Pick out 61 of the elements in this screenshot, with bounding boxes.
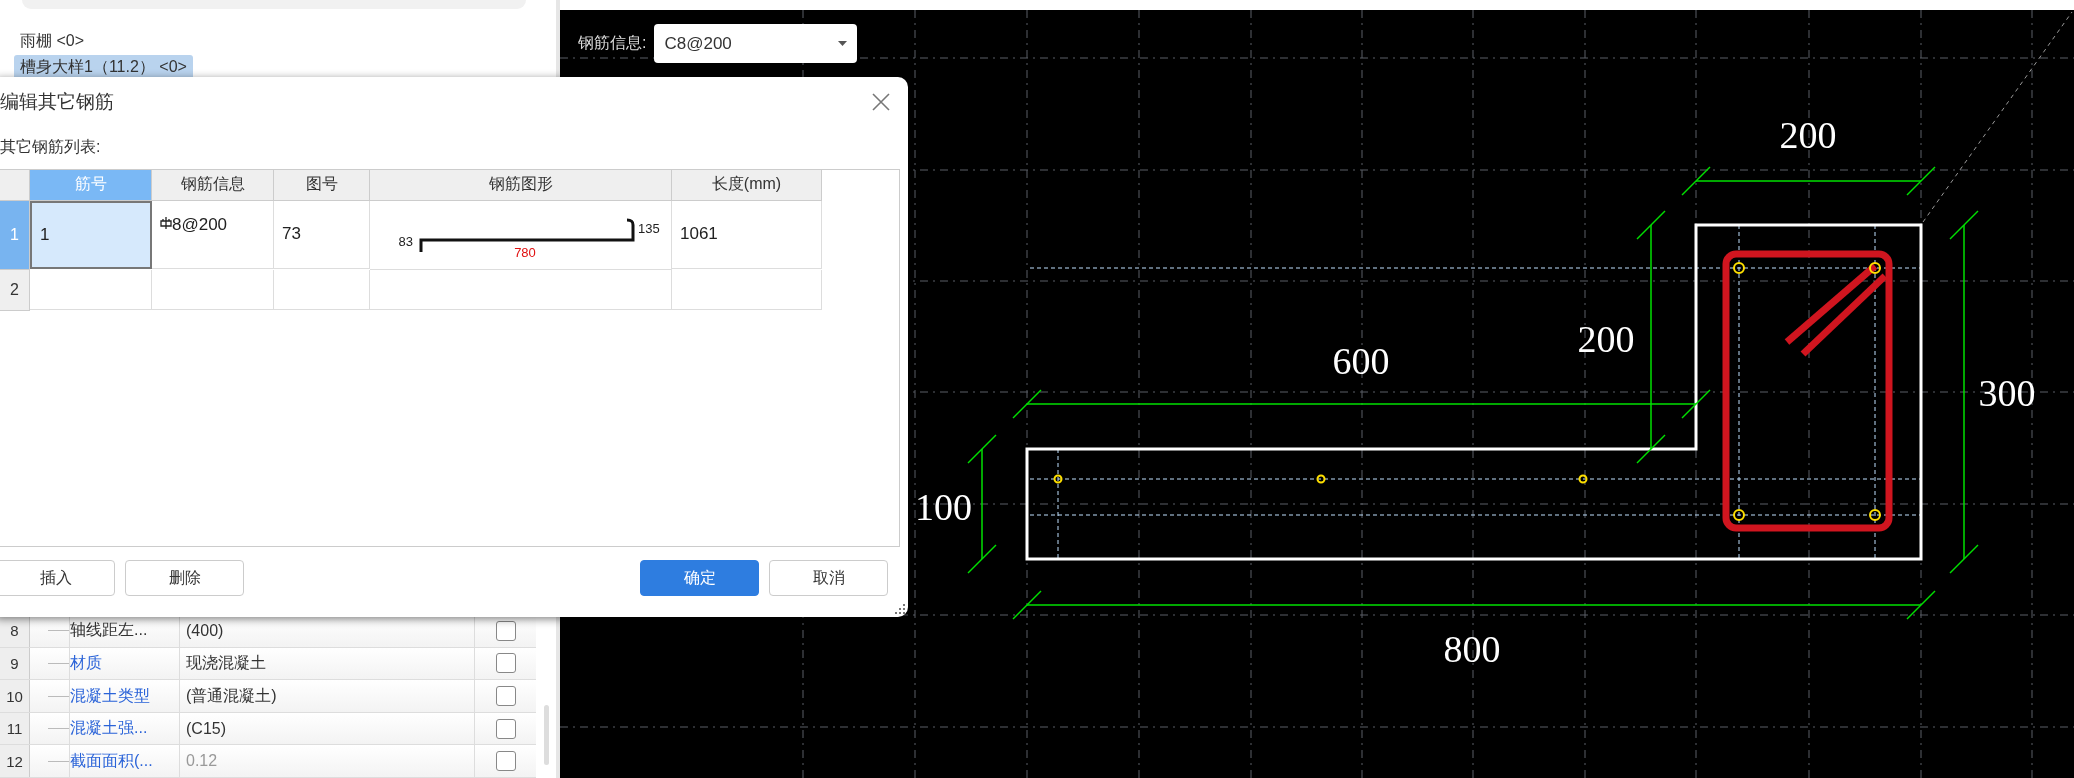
dimension-label: 200 [1779, 114, 1837, 156]
row-header[interactable]: 2 [0, 269, 30, 311]
rebar-dot [1316, 474, 1326, 484]
dimension-label: 600 [1332, 340, 1390, 382]
shape-length: 135 [637, 220, 660, 236]
row-number: 12 [0, 745, 30, 777]
rebar-dot [1869, 509, 1881, 521]
shape-length: 780 [513, 244, 536, 260]
rebar-dot [1578, 474, 1588, 484]
property-value[interactable]: 现浇混凝土 [180, 647, 475, 680]
checkbox[interactable] [495, 686, 516, 706]
table-cell[interactable]: 73 [274, 200, 370, 269]
rebar-dot [1733, 509, 1745, 521]
scrollbar-thumb[interactable] [543, 705, 549, 766]
checkbox[interactable] [495, 718, 516, 739]
dialog-title: 编辑其它钢筋 [0, 89, 114, 114]
rebar-dropdown[interactable]: C8@200 [654, 24, 858, 63]
resize-grip-icon[interactable] [895, 604, 905, 614]
close-icon [872, 92, 890, 111]
table-cell[interactable]: 1061 [672, 200, 822, 269]
table-cell[interactable] [30, 269, 152, 310]
column-header[interactable]: 长度(mm) [672, 169, 822, 201]
row-number: 10 [0, 680, 30, 712]
property-name: 截面面积(... [70, 745, 180, 777]
table-cell[interactable] [370, 269, 672, 310]
rebar-info: 8@200 [172, 214, 228, 235]
dialog-button[interactable]: 插入 [0, 560, 115, 597]
dialog-button[interactable]: 删除 [125, 560, 244, 597]
list-label: 其它钢筋列表: [0, 137, 102, 158]
column-header[interactable]: 图号 [274, 169, 370, 201]
rebar-grade-icon [160, 215, 172, 230]
table-cell[interactable] [274, 269, 370, 310]
property-name: 混凝土强... [70, 712, 180, 745]
property-value[interactable]: (普通混凝土) [180, 680, 475, 712]
field-label: 钢筋信息: [578, 33, 647, 53]
confirm-button[interactable]: 确定 [640, 560, 759, 597]
column-header[interactable]: 钢筋信息 [152, 169, 274, 201]
caret-icon [838, 41, 848, 46]
table-cell[interactable]: 1 [30, 200, 152, 269]
row-number: 9 [0, 647, 30, 680]
rebar-dot [1733, 262, 1745, 274]
dimension-label: 100 [915, 486, 972, 528]
tree-item[interactable]: 雨棚 <0> [14, 29, 91, 54]
property-name: 混凝土类型 [70, 680, 180, 712]
row-number: 11 [0, 712, 30, 745]
table-cell[interactable] [152, 269, 274, 310]
rebar-dot [1053, 474, 1063, 484]
rebar-dot [1869, 262, 1881, 274]
column-header[interactable]: 钢筋图形 [370, 169, 672, 201]
shape-length: 83 [398, 233, 413, 249]
dimension-label: 200 [1577, 318, 1635, 360]
table-cell[interactable]: 8@200 [152, 200, 274, 269]
dialog-button[interactable]: 取消 [769, 560, 888, 597]
dimension-label: 300 [1978, 372, 2036, 414]
table-cell[interactable] [672, 269, 822, 310]
property-value[interactable]: (C15) [180, 712, 475, 745]
checkbox[interactable] [495, 620, 516, 641]
property-name: 材质 [70, 647, 180, 680]
checkbox[interactable] [495, 653, 516, 674]
dimension-label: 800 [1443, 628, 1501, 670]
row-number: 8 [0, 615, 30, 647]
